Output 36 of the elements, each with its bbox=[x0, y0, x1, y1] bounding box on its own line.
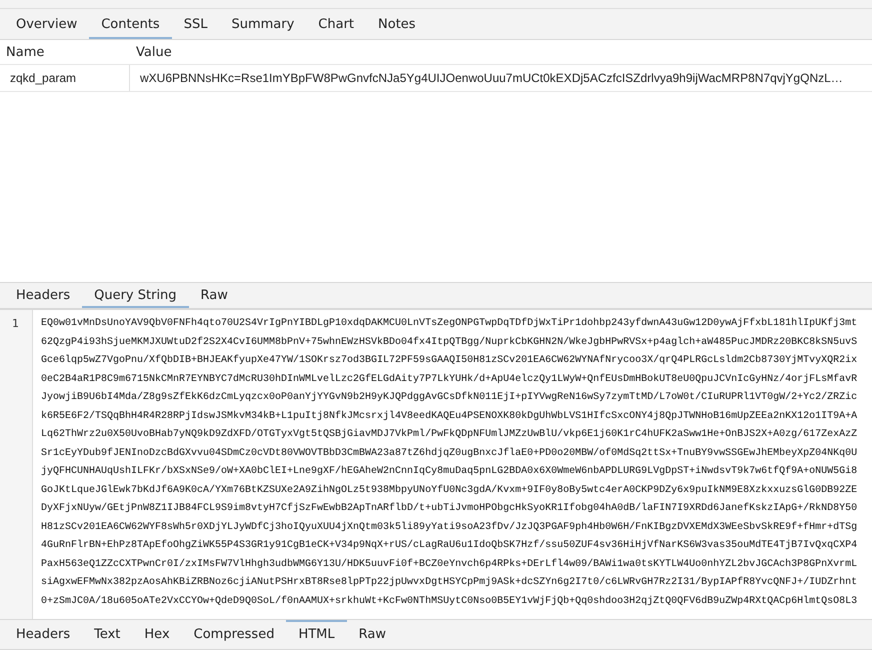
tab[interactable]: Compressed bbox=[182, 620, 286, 649]
tab[interactable]: Overview bbox=[4, 9, 90, 39]
tab[interactable]: SSL bbox=[172, 9, 220, 39]
tab[interactable]: Contents bbox=[89, 9, 172, 39]
code-line: EQ0w01vMnDsUnoYAV9QbV0FNFh4qto70U2S4VrIgPnYIBDLgP10xdqDAKMCU0LnVTsZegONPGTwpDqTDfDjWxTiPr1dohbp243yfdwnA43uGw12D0ywAjFfxbL181hlIpUKfj3mt bbox=[41, 316, 858, 331]
code-line: siAgxwEFMwNx382pzAosAhKBiZRBNoz6cjiANutPSHrxBT8Rse8lpPTp22jpUwvxDgtHSYCpPmj9ASk+dcSZYn6g2I7t0/c6LWRvGH7Rz2I31/BypIAPfR8YvcQNFJ+/IUDZrhnt bbox=[41, 576, 858, 590]
column-header: Name bbox=[5, 44, 46, 60]
code-line: k6R5E6F2/TSQqBhH4R4R28RPjIdswJSMkvM34kB+L1puItj8NfkJMcsrxjl4V8eedKAQEu4PSENOXK80kDgUhWbLVS1HIfcSxcONY4j8QpJTWNHoB16mUpZEEa2nKX12o1IT9A+A bbox=[41, 410, 858, 424]
code-line: Sr1cEyYDub9fJENInoDzcBdGXvvu04SDmCz0cVDt80VWOVTBbD3CmBWA23a87tZ6hdjqZ0ugBnxcJflaE0+PD0o20MBW/of0MdSq2ttSx+TnuBY9vwSSGEwJhEMbeyXpZ04NKq0U bbox=[41, 446, 858, 460]
tab[interactable]: Headers bbox=[4, 620, 82, 649]
tab[interactable]: HTML bbox=[286, 620, 347, 649]
code-line: Lq62ThWrz2u0X50UvoBHab7yNQ9kD9ZdXFD/OTGTyxVgt5tQSBjGiavMDJ7VkPml/PwFkQDpNFUmlJMZzUwBlU/vkp6E1j60K1rC4hUFK2aSww1He+OnBJS2X+A0zg/617ZexAzZ bbox=[41, 428, 858, 442]
code-line: JyowjiB9U6bI4Mda/Z8g9sZfEkK6dzCmLyqzcx0oP0anYjYYGvN9b2H9yKJQPdggAvGCsDfkN011EjI+pIYVwgReN16wSy7zymTtMD/L7oW0t/CIuRUPRl1VT0gW/2+Yc2/ZRZic bbox=[41, 390, 858, 405]
code-line: 0eC2B4aR1P8C9m6715NkCMnR7EYNBYC7dMcRU30hDInWMLvelLzc2GfELGdAity7P7LkYUHk/d+ApU4elczQy1LWyW+QnfEUsDmHBokUT8eU0QpuJCVnIcGyHNz/4orjFLsMfavR bbox=[41, 372, 858, 386]
tab[interactable]: Hex bbox=[132, 620, 182, 649]
line-number: 1 bbox=[11, 317, 20, 330]
tab[interactable]: Summary bbox=[219, 9, 306, 39]
tab[interactable]: Text bbox=[82, 620, 132, 649]
code-line: H81zSCv201EA6CW62WYF8sWh5r0XDjYLJyWDfCj3hoIQyuXUU4jXnQtm03k5li89yYati9soA23fDv/JzJQ3PGAF9ph4Hb0W6H/FnKIBgzDVXEMdX3WEeSbvSkRE9f+fHmr+dTSg bbox=[41, 520, 858, 534]
table-cell-text: wXU6PBNNsHKc=Rse1ImYBpFW8PwGnvfcNJa5Yg4UIJOenwoUuu7mUCt0kEXDj5ACzfcISZdrlvya9h9ijWacMRP8N7qvjYgQNzL… bbox=[139, 70, 844, 87]
code-line: PaxH563eQ1ZZcCXTPwnCr0I/zxIMsFW7VlHhgh3udbWMG6Y13U/HDK5uuvFi0f+BCZ0eYnvch6p4RPks+DErLfl4w09/BAWi1wa0tsKYTLW4Uo0nhYZL2bvJGCAch3P8GPnXvrmL bbox=[41, 558, 858, 572]
code-line: 4GuRnFlrBN+EhPz8TApEfoOhgZiWK55P4S3GR1y91CgB1eCK+V34p9NqX+rUS/cLagRaU6u1IdoQbSK7Hzf/ssu50ZUF4sv36HiHjVfNarKS6W3vas35ouMdTE4TjB7IvQxqCXP4 bbox=[41, 538, 858, 553]
tab[interactable]: Query String bbox=[82, 283, 189, 308]
code-line: 62QzgP4i93hSjueMKMJXUWtuD2f2S2X4CvI6UMM8bPnV+75whnEWzHSVkBDo04fx4ItpQTBgg/NuprkCbKGHN2N/WkeJgbHPwRVSx+p4aglch+aW485PucJMDRz20BKC8kSN5uvS bbox=[41, 336, 858, 350]
tab[interactable]: Notes bbox=[366, 9, 428, 39]
table-cell: zqkd_param bbox=[0, 65, 130, 91]
tab[interactable]: Raw bbox=[346, 620, 398, 649]
column-header: Value bbox=[135, 44, 173, 60]
code-line: DyXFjxNUyw/GEtjPnW8Z1IJB84FCL9S9im8vtyH7CfjSzFwEwbB2ApTnARflbD/t+ubTiJvmoHPObgcHkSyoKR1Ifobg04hA0dB/laFIN7I9XRDd6JanefKskzIApG+/RkND8Y50 bbox=[41, 502, 858, 516]
tab[interactable]: Headers bbox=[4, 283, 82, 308]
code-line: GoJKtLqueJGlEwk7bKdJf6A9K0cA/YXm76BtKZSUXe2A9ZihNgOLz5t938MbpyUNoYfU0Nc3gdA/Kvxm+9IF0y8oBy5wtc4erA0CKP9DZy6x9puIkNM9E8XzkxxuzsGlG0DB92ZE bbox=[41, 484, 858, 498]
code-line: Gce6lqp5wZ7VgoPnu/XfQbDIB+BHJEAKfyupXe47YW/1SOKrsz7od3BGIL72PF59sGAAQI50H81zSCv201EA6CW62WYNAfNrycoo3X/qrQ4PLRGcLsldm2Cb8730YjMTvyXQR2ix bbox=[41, 354, 858, 368]
tab[interactable]: Chart bbox=[306, 9, 366, 39]
code-line: jyQFHCUNHAUqUshILFKr/bXSxNSe9/oW+XA0bClEI+Lne9gXF/hEGAheW2nCnnIqCy8muDaq5pnLG2BDA0x6X0WmeW6nbAPDLURG9LVgDpST+iNwdsvT9k7w6tfQf9A+oNUW5Gi8 bbox=[41, 464, 858, 479]
tab[interactable]: Raw bbox=[188, 283, 240, 308]
code-line: 0+zSmJC0A/18u605oATe2VxCCYOw+QdeD9Q0SoL/f0nAAMUX+srkhuWt+KcFw0NThMSUytC0Nso0B5EY1vWjFjQb+Qq0shdoo3H2qjZtQ0QFV6dB9uZWp4RXtQACp6HlmtQsO8L3 bbox=[41, 594, 858, 608]
